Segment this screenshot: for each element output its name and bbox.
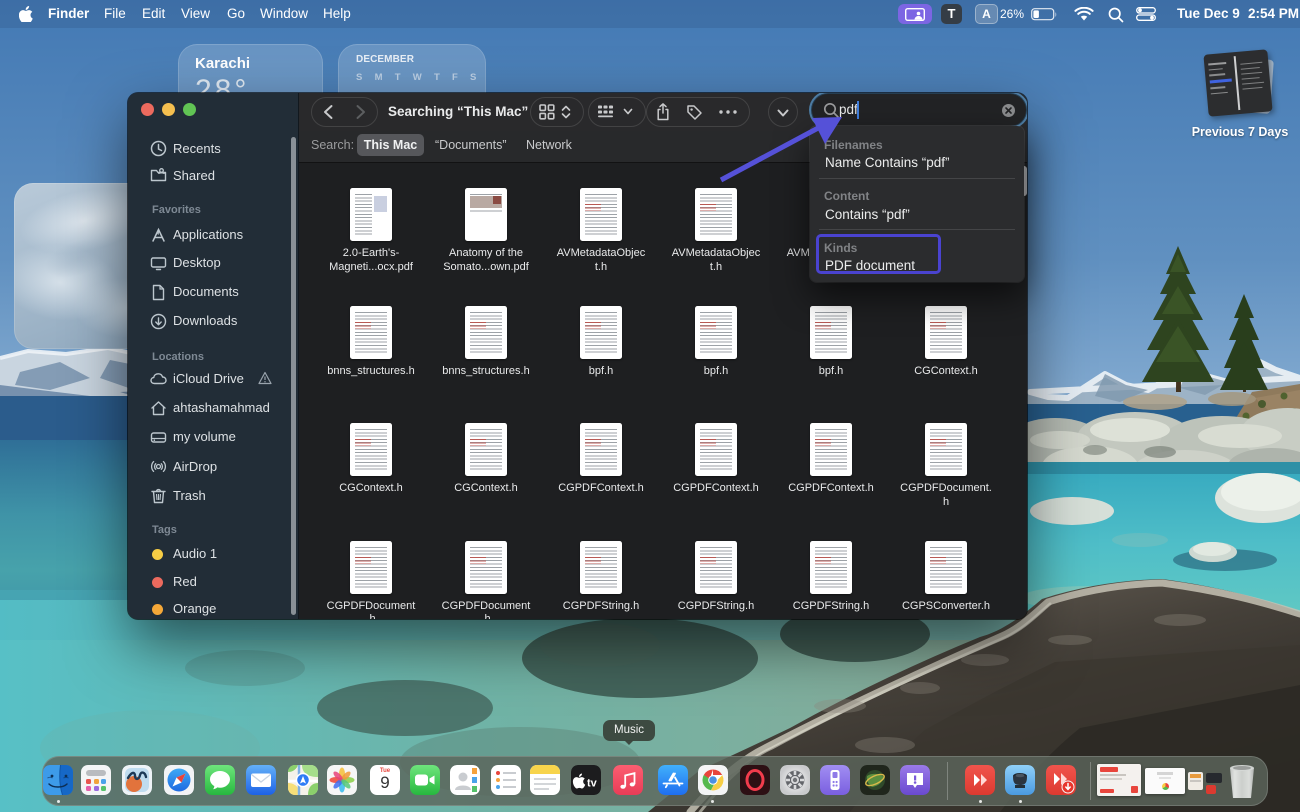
svg-text:tv: tv: [587, 778, 598, 790]
